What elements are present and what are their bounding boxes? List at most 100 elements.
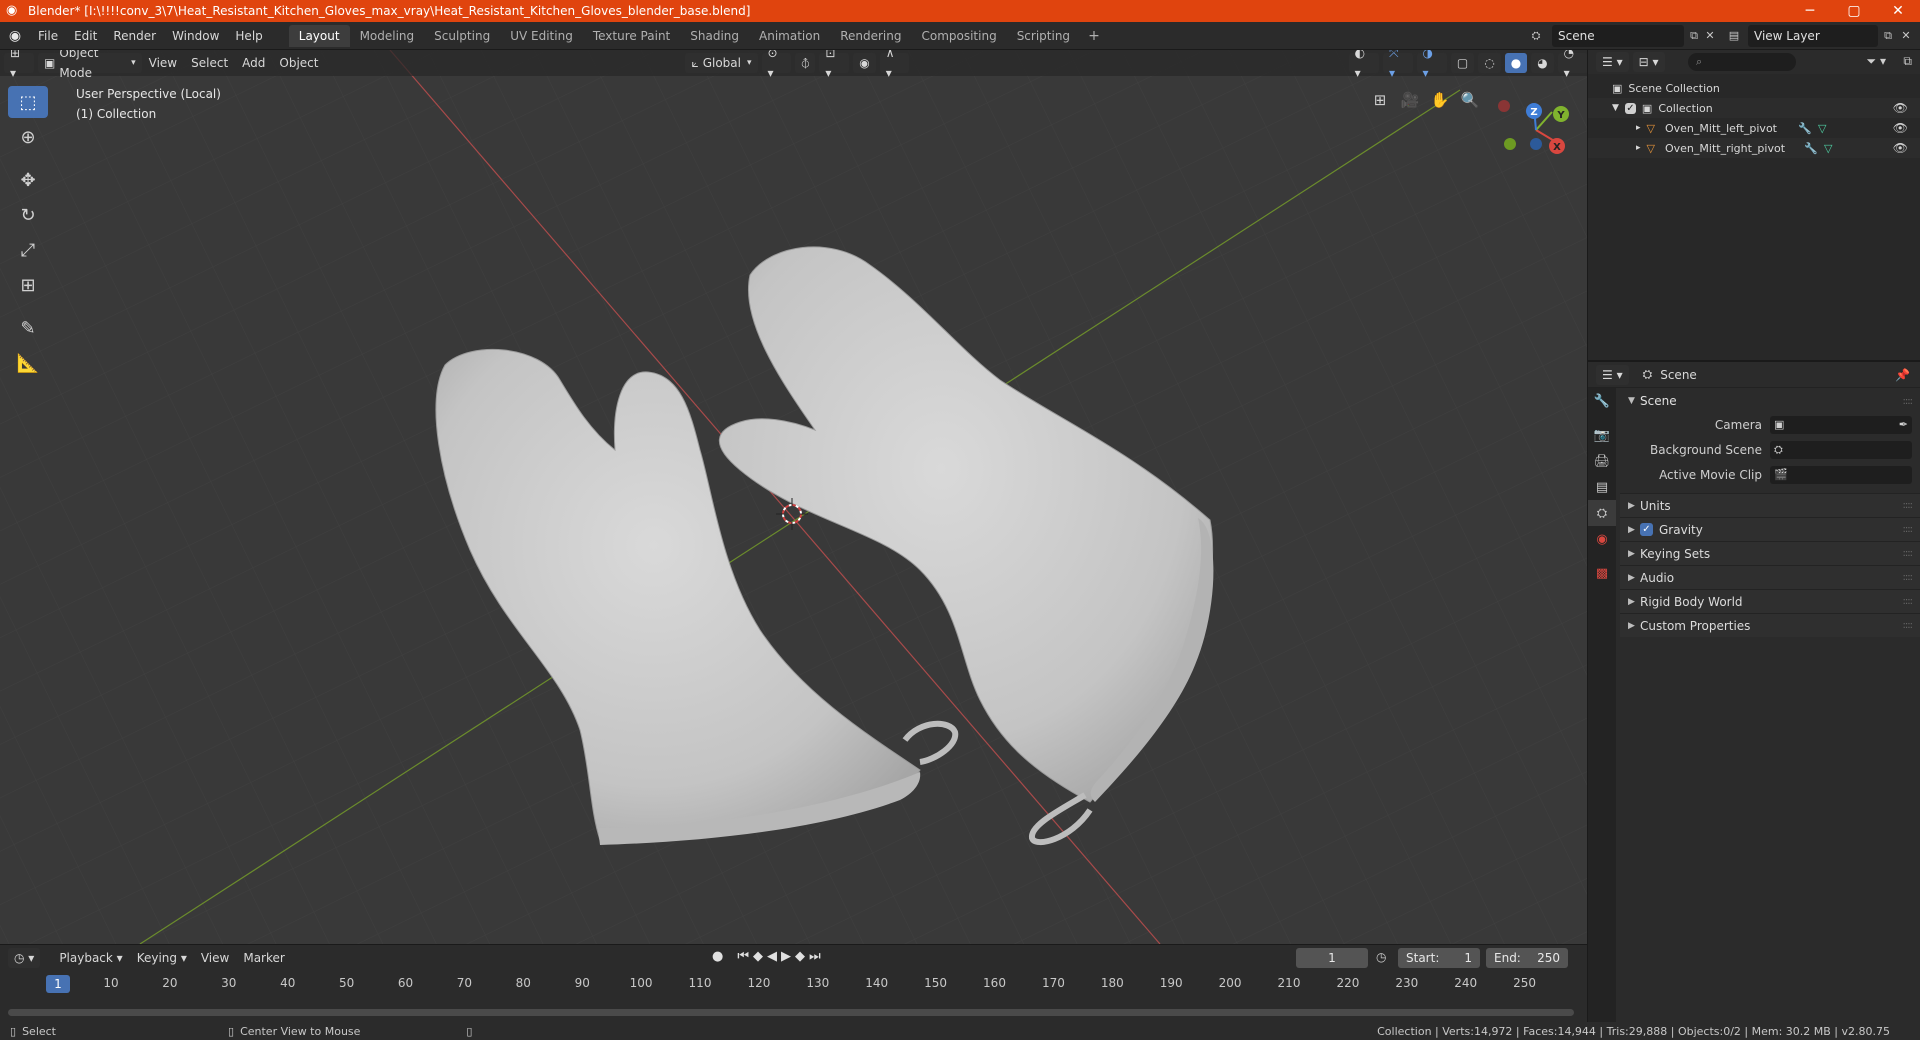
rigid-body-world-panel-header[interactable]: ▶ Rigid Body World :::: — [1620, 589, 1920, 613]
remove-view-layer-icon[interactable]: ✕ — [1898, 28, 1914, 44]
cursor-tool-icon[interactable]: ⊕ — [8, 121, 48, 153]
filter-icon[interactable]: ⏷ ▾ — [1867, 54, 1886, 69]
jump-start-icon[interactable]: ⏮ — [737, 949, 749, 964]
camera-field[interactable]: ▣ ✒ — [1770, 415, 1912, 434]
tab-layout[interactable]: Layout — [288, 24, 350, 47]
timeline-menu-keying[interactable]: Keying ▾ — [130, 948, 194, 968]
gizmo-toggle-icon[interactable]: ⤧ ▾ — [1382, 50, 1413, 80]
mode-selector[interactable]: ▣ Object Mode ▾ — [37, 50, 142, 80]
jump-end-icon[interactable]: ⏭ — [809, 949, 821, 964]
tab-shading[interactable]: Shading — [680, 25, 749, 47]
maximize-button[interactable]: ▢ — [1832, 3, 1876, 19]
outliner-editor[interactable]: ☰ ▾ ⊟ ▾ ⌕ ⏷ ▾ ⧉ ▣ Scene Collection ▼ ✓ ▣… — [1588, 50, 1920, 362]
3d-viewport[interactable]: ⊞ ▾ ▣ Object Mode ▾ View Select Add Obje… — [0, 50, 1588, 944]
grid-view-icon[interactable]: ⊞ — [1366, 86, 1394, 114]
mesh-data-icon[interactable]: ▽ — [1824, 142, 1832, 155]
snap-target-button[interactable]: ⊡ ▾ — [819, 50, 850, 80]
timeline-menu-marker[interactable]: Marker — [236, 948, 291, 968]
tab-scripting[interactable]: Scripting — [1007, 25, 1080, 47]
move-tool-icon[interactable]: ✥ — [8, 164, 48, 196]
next-keyframe-icon[interactable]: ◆ — [795, 949, 805, 964]
menu-window[interactable]: Window — [164, 22, 227, 50]
drag-handle-icon[interactable]: :::: — [1903, 596, 1914, 607]
timeline-editor-type-button[interactable]: ◷ ▾ — [8, 948, 41, 968]
drag-handle-icon[interactable]: :::: — [1903, 524, 1914, 535]
tab-modeling[interactable]: Modeling — [350, 25, 425, 47]
new-view-layer-icon[interactable]: ⧉ — [1880, 28, 1896, 44]
pivot-point-button[interactable]: ⊙ ▾ — [761, 50, 792, 80]
scale-tool-icon[interactable]: ⤢ — [8, 234, 48, 266]
collection-exclude-checkbox[interactable]: ✓ — [1624, 102, 1636, 114]
object-visibility-eye-icon[interactable]: 👁 — [1893, 141, 1908, 155]
modifier-wrench-icon[interactable]: 🔧 — [1804, 142, 1818, 155]
transform-tool-icon[interactable]: ⊞ — [8, 269, 48, 301]
gravity-panel-header[interactable]: ▶ ✓ Gravity :::: — [1620, 517, 1920, 541]
snap-toggle-icon[interactable]: ⦽ — [795, 53, 816, 73]
select-box-tool-icon[interactable]: ⬚ — [8, 86, 48, 118]
object-visibility-eye-icon[interactable]: 👁 — [1893, 121, 1908, 135]
drag-handle-icon[interactable]: :::: — [1903, 620, 1914, 631]
scene-tab-icon[interactable]: ⛭ — [1588, 500, 1616, 526]
new-scene-icon[interactable]: ⧉ — [1686, 28, 1702, 44]
expand-arrow-icon[interactable]: ▼ — [1612, 103, 1619, 113]
viewport-menu-view[interactable]: View — [142, 53, 184, 73]
timeline-ruler[interactable]: 1 10 20 30 40 50 60 70 80 90 100 110 120 130 140 150 16… — [0, 973, 1588, 995]
viewport-menu-select[interactable]: Select — [184, 53, 235, 73]
viewport-menu-add[interactable]: Add — [235, 53, 272, 73]
drag-handle-icon[interactable]: :::: — [1903, 500, 1914, 511]
output-tab-icon[interactable]: 🖨 — [1588, 448, 1616, 474]
properties-editor[interactable]: ☰ ▾ ⛭ Scene 📌 🔧 📷 🖨 ▤ ⛭ ◉ ▩ ▼ Scene ::::… — [1588, 362, 1920, 1022]
tool-tab-icon[interactable]: 🔧 — [1588, 388, 1616, 414]
current-frame-field[interactable]: 1 — [1296, 948, 1368, 968]
modifier-wrench-icon[interactable]: 🔧 — [1798, 122, 1812, 135]
display-mode-button[interactable]: ⊟ ▾ — [1632, 52, 1665, 72]
record-icon[interactable]: ● — [712, 949, 723, 964]
eyedropper-icon[interactable]: ✒ — [1899, 418, 1908, 431]
world-tab-icon[interactable]: ◉ — [1588, 526, 1616, 552]
tab-rendering[interactable]: Rendering — [830, 25, 911, 47]
tab-uv-editing[interactable]: UV Editing — [500, 25, 583, 47]
viewport-menu-object[interactable]: Object — [272, 53, 325, 73]
properties-editor-type-button[interactable]: ☰ ▾ — [1596, 364, 1629, 385]
visibility-icon[interactable]: ◐ ▾ — [1348, 50, 1379, 80]
shading-rendered-icon[interactable]: ◔ ▾ — [1557, 50, 1587, 80]
view-layer-tab-icon[interactable]: ▤ — [1588, 474, 1616, 500]
play-reverse-icon[interactable]: ◀ — [767, 949, 777, 964]
current-frame-marker[interactable]: 1 — [46, 975, 70, 993]
shading-material-icon[interactable]: ◕ — [1531, 53, 1554, 73]
timeline-menu-playback[interactable]: Playback ▾ — [52, 948, 129, 968]
proportional-edit-icon[interactable]: ◉ — [853, 53, 876, 73]
view-layer-icon[interactable]: ▤ — [1726, 28, 1742, 44]
audio-panel-header[interactable]: ▶ Audio :::: — [1620, 565, 1920, 589]
active-movie-clip-field[interactable]: 🎬 — [1770, 465, 1912, 484]
tab-sculpting[interactable]: Sculpting — [424, 25, 500, 47]
background-scene-field[interactable]: ⛭ — [1770, 440, 1912, 459]
tab-texture-paint[interactable]: Texture Paint — [583, 25, 680, 47]
start-frame-field[interactable]: Start: 1 — [1398, 948, 1480, 968]
drag-handle-icon[interactable]: :::: — [1903, 396, 1914, 407]
scene-panel-header[interactable]: ▼ Scene :::: — [1620, 390, 1920, 412]
menu-edit[interactable]: Edit — [66, 22, 105, 50]
view-layer-selector[interactable]: View Layer — [1748, 25, 1878, 47]
collection-visibility-eye-icon[interactable]: 👁 — [1893, 101, 1908, 115]
shading-wireframe-icon[interactable]: ◌ — [1478, 53, 1501, 73]
keying-sets-panel-header[interactable]: ▶ Keying Sets :::: — [1620, 541, 1920, 565]
pin-icon[interactable]: 📌 — [1895, 368, 1910, 382]
expand-arrow-icon[interactable]: ▸ — [1636, 143, 1641, 153]
tab-compositing[interactable]: Compositing — [911, 25, 1006, 47]
zoom-view-icon[interactable]: 🔍 — [1456, 86, 1484, 114]
drag-handle-icon[interactable]: :::: — [1903, 548, 1914, 559]
outliner-editor-type-button[interactable]: ☰ ▾ — [1596, 52, 1629, 72]
scene-selector[interactable]: Scene — [1552, 25, 1684, 47]
minimize-button[interactable]: ─ — [1788, 3, 1832, 19]
proportional-falloff-button[interactable]: ∧ ▾ — [879, 50, 909, 80]
expand-arrow-icon[interactable]: ▸ — [1636, 123, 1641, 133]
outliner-search-input[interactable]: ⌕ — [1688, 53, 1796, 71]
outliner-row-scene-collection[interactable]: ▣ Scene Collection — [1588, 78, 1920, 98]
menu-render[interactable]: Render — [105, 22, 164, 50]
timeline-editor[interactable]: ◷ ▾ Playback ▾ Keying ▾ View Marker ● ⏮ … — [0, 944, 1588, 1022]
timeline-scrollbar[interactable] — [8, 1009, 1574, 1016]
neg-z-axis-dot[interactable] — [1530, 138, 1542, 150]
scene-icon[interactable]: ⛭ — [1528, 28, 1544, 44]
camera-view-icon[interactable]: 🎥 — [1396, 86, 1424, 114]
